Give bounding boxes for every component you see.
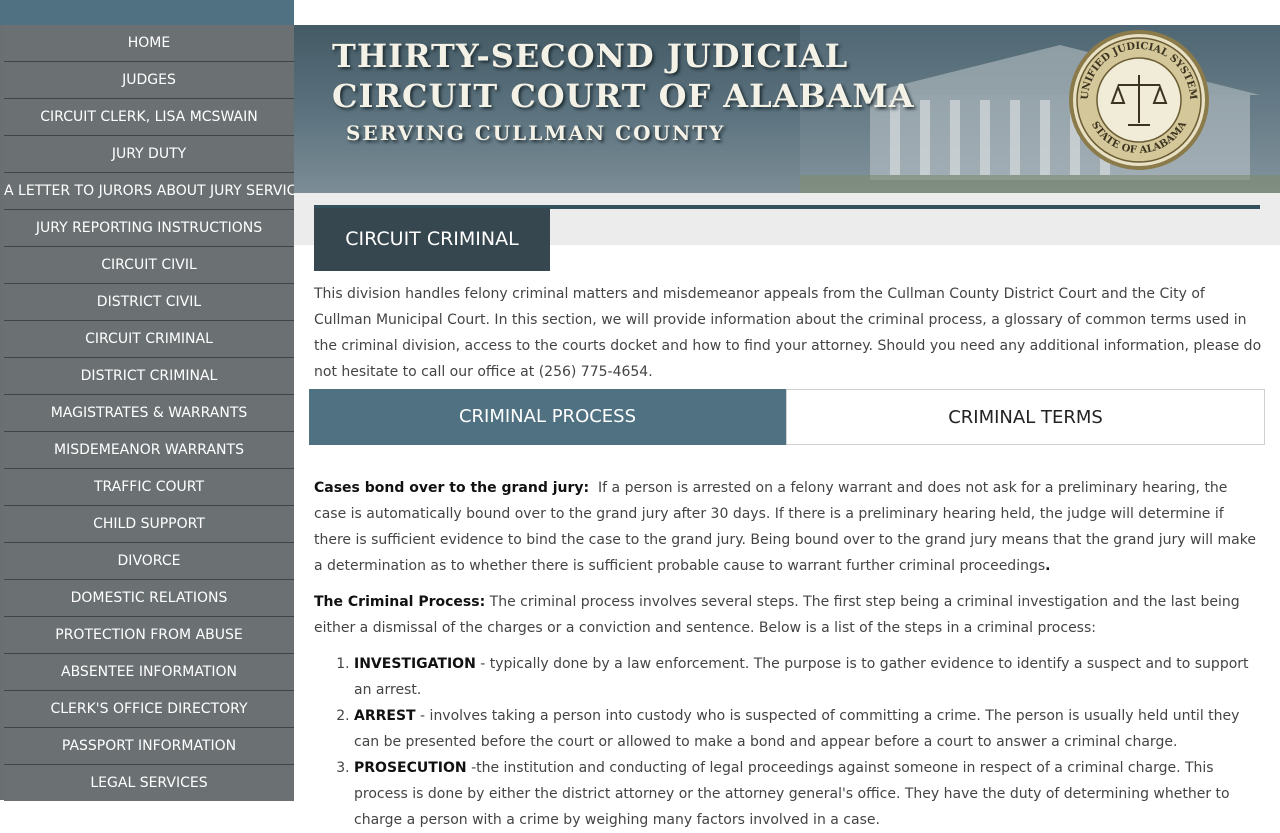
sidebar-item-protection-from-abuse[interactable]: PROTECTION FROM ABUSE xyxy=(4,616,294,653)
sidebar-item-clerks-office-directory[interactable]: CLERK'S OFFICE DIRECTORY xyxy=(4,690,294,727)
sidebar-item-letter-to-jurors[interactable]: A LETTER TO JURORS ABOUT JURY SERVICE xyxy=(4,172,294,209)
sidebar-item-divorce[interactable]: DIVORCE xyxy=(4,542,294,579)
sidebar-item-passport-information[interactable]: PASSPORT INFORMATION xyxy=(4,727,294,764)
list-item: INVESTIGATION - typically done by a law … xyxy=(354,651,1264,703)
sidebar-item-absentee-information[interactable]: ABSENTEE INFORMATION xyxy=(4,653,294,690)
sidebar-item-traffic-court[interactable]: TRAFFIC COURT xyxy=(4,468,294,505)
sidebar-item-magistrates-warrants[interactable]: MAGISTRATES & WARRANTS xyxy=(4,394,294,431)
sidebar-item-child-support[interactable]: CHILD SUPPORT xyxy=(4,505,294,542)
sidebar-item-domestic-relations[interactable]: DOMESTIC RELATIONS xyxy=(4,579,294,616)
sidebar-item-circuit-clerk[interactable]: CIRCUIT CLERK, LISA MCSWAIN xyxy=(4,98,294,135)
page-title: CIRCUIT CRIMINAL xyxy=(314,208,550,271)
step-term: INVESTIGATION xyxy=(354,656,476,672)
sidebar-item-jury-duty[interactable]: JURY DUTY xyxy=(4,135,294,172)
banner-title-line1: THIRTY-SECOND JUDICIAL xyxy=(332,37,849,75)
sidebar-nav: HOME JUDGES CIRCUIT CLERK, LISA MCSWAIN … xyxy=(0,0,294,801)
step-term: ARREST xyxy=(354,708,416,724)
grand-jury-heading: Cases bond over to the grand jury: xyxy=(314,480,590,496)
step-text: - involves taking a person into custody … xyxy=(354,708,1240,750)
state-seal-icon: UNIFIED JUDICIAL SYSTEM STATE OF ALABAMA xyxy=(1069,30,1209,170)
tab-bar: CRIMINAL PROCESS CRIMINAL TERMS xyxy=(309,389,1265,445)
tab-content: Cases bond over to the grand jury: If a … xyxy=(314,475,1264,833)
grand-jury-end: . xyxy=(1045,558,1051,574)
criminal-process-paragraph: The Criminal Process: The criminal proce… xyxy=(314,589,1264,641)
banner-title-line2: CIRCUIT COURT OF ALABAMA xyxy=(332,77,915,115)
step-term: PROSECUTION xyxy=(354,760,467,776)
sidebar-item-circuit-civil[interactable]: CIRCUIT CIVIL xyxy=(4,246,294,283)
list-item: PROSECUTION -the institution and conduct… xyxy=(354,755,1264,833)
sidebar-header-bar xyxy=(0,0,294,25)
sidebar-item-misdemeanor-warrants[interactable]: MISDEMEANOR WARRANTS xyxy=(4,431,294,468)
sidebar-item-jury-reporting[interactable]: JURY REPORTING INSTRUCTIONS xyxy=(4,209,294,246)
site-banner: THIRTY-SECOND JUDICIAL CIRCUIT COURT OF … xyxy=(294,25,1280,193)
step-text: -the institution and conducting of legal… xyxy=(354,760,1230,828)
step-text: - typically done by a law enforcement. T… xyxy=(354,656,1249,698)
grand-jury-paragraph: Cases bond over to the grand jury: If a … xyxy=(314,475,1264,579)
tab-criminal-process[interactable]: CRIMINAL PROCESS xyxy=(309,389,786,445)
process-steps-list: INVESTIGATION - typically done by a law … xyxy=(314,651,1264,833)
criminal-process-heading: The Criminal Process: xyxy=(314,594,486,610)
sidebar-item-legal-services[interactable]: LEGAL SERVICES xyxy=(4,764,294,801)
sidebar-item-circuit-criminal[interactable]: CIRCUIT CRIMINAL xyxy=(4,320,294,357)
sidebar-item-district-civil[interactable]: DISTRICT CIVIL xyxy=(4,283,294,320)
sidebar-item-district-criminal[interactable]: DISTRICT CRIMINAL xyxy=(4,357,294,394)
list-item: ARREST - involves taking a person into c… xyxy=(354,703,1264,755)
banner-subtitle: SERVING CULLMAN COUNTY xyxy=(346,121,726,145)
sidebar-item-judges[interactable]: JUDGES xyxy=(4,61,294,98)
section-intro: This division handles felony criminal ma… xyxy=(314,286,1262,380)
tab-criminal-terms[interactable]: CRIMINAL TERMS xyxy=(786,389,1265,445)
sidebar-item-home[interactable]: HOME xyxy=(4,25,294,61)
